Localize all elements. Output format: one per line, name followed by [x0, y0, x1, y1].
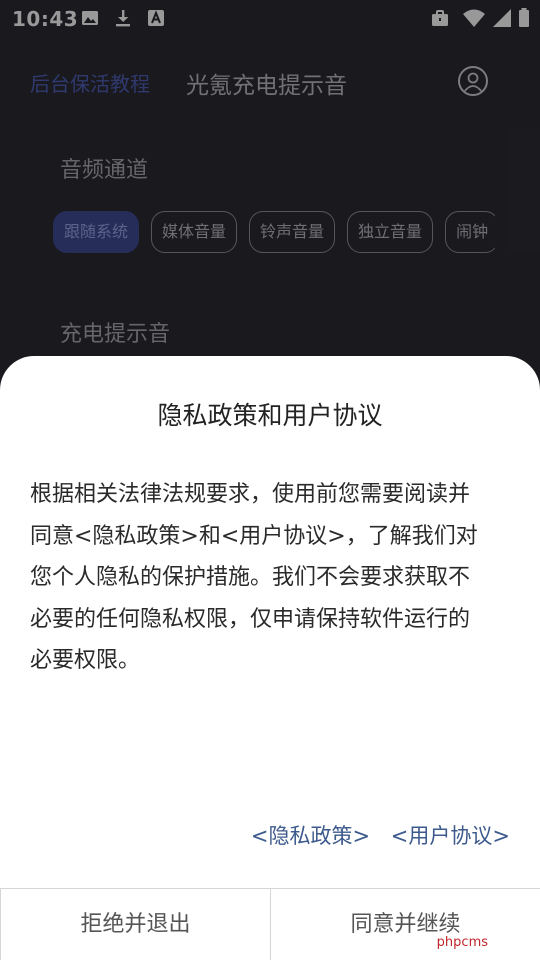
dialog-links: <隐私政策> <用户协议>: [237, 820, 510, 850]
privacy-dialog: 隐私政策和用户协议 根据相关法律法规要求，使用前您需要阅读并 同意<隐私政策>和…: [0, 356, 540, 960]
dialog-body-line: 必要权限。: [30, 648, 141, 673]
dialog-title: 隐私政策和用户协议: [157, 401, 383, 430]
privacy-policy-link[interactable]: <隐私政策>: [251, 824, 370, 848]
agree-continue-button[interactable]: 同意并继续: [270, 889, 540, 960]
reject-exit-button[interactable]: 拒绝并退出: [0, 889, 270, 960]
watermark: phpcms: [436, 935, 488, 950]
dialog-body-line: 根据相关法律法规要求，使用前您需要阅读并: [30, 482, 471, 507]
dialog-body-line: 必要的任何隐私权限，仅申请保持软件运行的: [30, 606, 471, 632]
user-agreement-link[interactable]: <用户协议>: [391, 824, 510, 848]
dialog-body-line: 同意<隐私政策>和<用户协议>，了解我们对: [30, 523, 478, 549]
dialog-body: 根据相关法律法规要求，使用前您需要阅读并 同意<隐私政策>和<用户协议>，了解我…: [30, 474, 514, 682]
dialog-body-line: 您个人隐私的保护措施。我们不会要求获取不: [30, 565, 471, 590]
